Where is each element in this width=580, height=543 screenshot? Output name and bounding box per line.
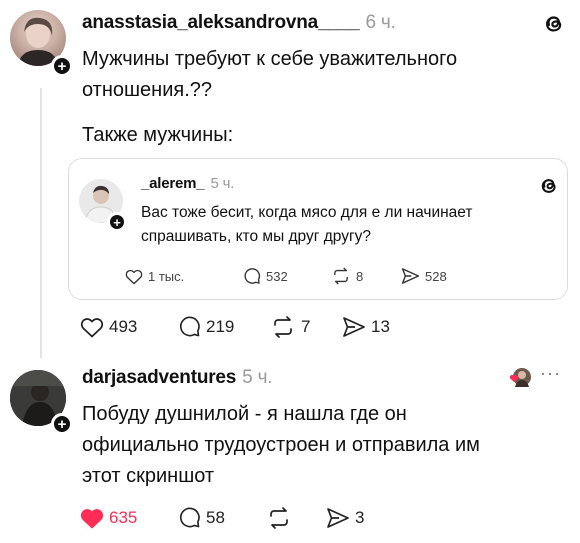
- repost-button[interactable]: 7: [270, 315, 342, 338]
- liked-by-author-avatar: [508, 366, 532, 390]
- post-text-line: Мужчины требуют к себе уважительного: [82, 48, 458, 70]
- share-button[interactable]: 13: [342, 316, 414, 338]
- comment-button[interactable]: 219: [178, 315, 270, 338]
- share-button[interactable]: 3: [326, 507, 386, 529]
- comment-button[interactable]: 58: [178, 506, 266, 529]
- thread-line: [40, 88, 42, 358]
- username[interactable]: anasstasia_aleksandrovna____: [82, 12, 360, 33]
- heart-icon: [125, 269, 143, 284]
- like-count: 1 тыс.: [148, 268, 185, 284]
- repost-count: 7: [301, 316, 311, 336]
- threads-logo-icon: [546, 16, 562, 32]
- quoted-post-card[interactable]: + _alerem_ 5 ч. Вас тоже бесит, когда мяс…: [68, 158, 568, 300]
- post-text-line: отношения.??: [82, 79, 213, 101]
- repost-icon: [270, 506, 288, 529]
- follow-plus-icon[interactable]: +: [107, 212, 127, 232]
- repost-count: 8: [356, 268, 364, 284]
- follow-plus-icon[interactable]: +: [51, 55, 73, 77]
- post-text-line: Побуду душнилой - я нашла где он: [82, 403, 407, 425]
- timestamp: 5 ч.: [210, 175, 235, 192]
- username[interactable]: _alerem_: [141, 175, 205, 192]
- share-icon: [327, 507, 349, 528]
- comment-button[interactable]: 532: [243, 267, 331, 285]
- more-options-icon[interactable]: ···: [540, 363, 561, 384]
- quote-text-line: спрашивать, кто мы друг другу?: [141, 228, 371, 245]
- like-button[interactable]: 635: [80, 507, 178, 529]
- like-count: 493: [109, 316, 138, 336]
- heart-avatar-icon: [509, 368, 531, 387]
- share-icon: [401, 268, 420, 284]
- share-button[interactable]: 528: [401, 267, 471, 285]
- heart-filled-icon: [80, 508, 104, 528]
- username[interactable]: darjasadventures: [82, 367, 236, 388]
- post-text-line: этот скриншот: [82, 465, 215, 487]
- comment-count: 58: [206, 507, 225, 527]
- quote-text-line: Вас тоже бесит, когда мясо для е ли начи…: [141, 204, 473, 221]
- comment-count: 532: [266, 268, 288, 284]
- share-count: 528: [425, 268, 447, 284]
- follow-plus-icon[interactable]: +: [51, 413, 73, 435]
- heart-icon: [80, 317, 104, 337]
- comment-icon: [180, 507, 200, 528]
- share-count: 3: [355, 507, 365, 527]
- like-count: 635: [109, 507, 138, 527]
- quote-action-bar: 1 тыс. 532 8 528: [125, 267, 471, 285]
- repost-icon: [334, 267, 348, 285]
- post-action-bar: 493 219 7 13: [80, 315, 414, 338]
- timestamp: 5 ч.: [242, 367, 273, 388]
- share-count: 13: [371, 316, 390, 336]
- like-button[interactable]: 493: [80, 316, 178, 338]
- repost-icon: [274, 315, 292, 338]
- repost-button[interactable]: 8: [331, 267, 401, 285]
- like-button[interactable]: 1 тыс.: [125, 268, 243, 285]
- threads-logo-icon: [541, 179, 556, 193]
- timestamp: 6 ч.: [365, 12, 396, 33]
- comment-icon: [244, 268, 261, 284]
- post-text-line: Также мужчины:: [82, 124, 234, 146]
- post-action-bar: 635 58 3: [80, 506, 386, 529]
- repost-button[interactable]: [266, 506, 326, 529]
- post-text-line: официально трудоустроен и отправила им: [82, 434, 480, 456]
- comment-count: 219: [206, 316, 235, 336]
- comment-icon: [180, 316, 200, 337]
- share-icon: [343, 316, 365, 337]
